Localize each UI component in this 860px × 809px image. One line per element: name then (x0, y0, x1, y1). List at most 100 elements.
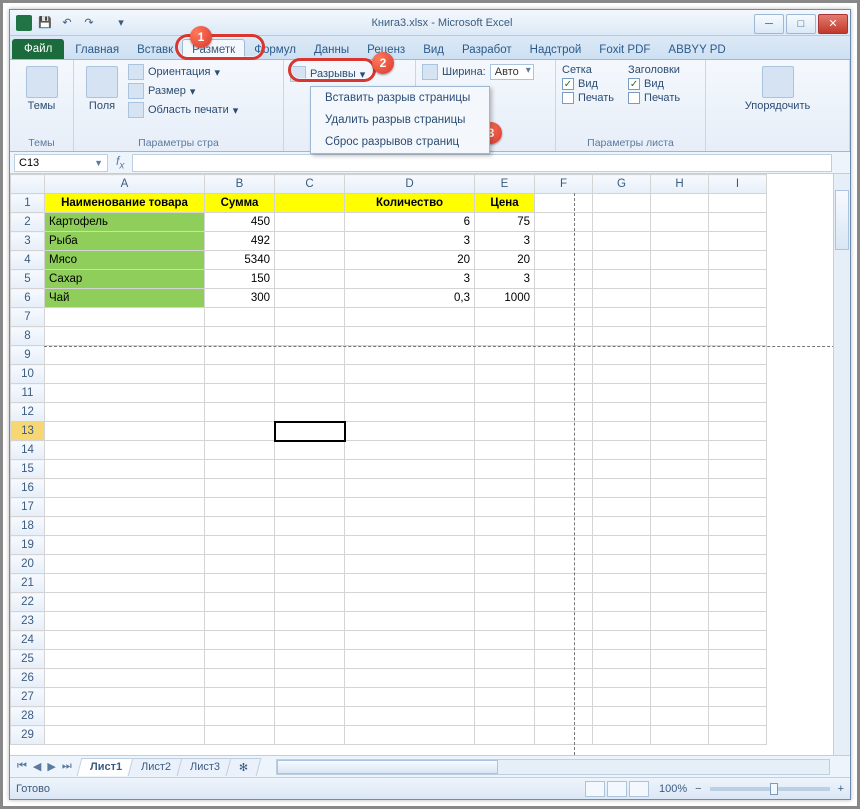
cell-D11[interactable] (345, 384, 475, 403)
cell-C6[interactable] (275, 289, 345, 308)
row-header-20[interactable]: 20 (11, 555, 45, 574)
cell-F20[interactable] (535, 555, 593, 574)
cell-A16[interactable] (45, 479, 205, 498)
close-button[interactable]: ✕ (818, 14, 848, 34)
cell-G29[interactable] (593, 726, 651, 745)
cell-G18[interactable] (593, 517, 651, 536)
cell-I6[interactable] (709, 289, 767, 308)
cell-F7[interactable] (535, 308, 593, 327)
cell-G25[interactable] (593, 650, 651, 669)
cell-C2[interactable] (275, 213, 345, 232)
cell-H16[interactable] (651, 479, 709, 498)
vertical-scroll-thumb[interactable] (835, 190, 849, 250)
cell-B13[interactable] (205, 422, 275, 441)
cell-G11[interactable] (593, 384, 651, 403)
cell-F27[interactable] (535, 688, 593, 707)
cell-E21[interactable] (475, 574, 535, 593)
cell-A14[interactable] (45, 441, 205, 460)
cell-E4[interactable]: 20 (475, 251, 535, 270)
cell-E6[interactable]: 1000 (475, 289, 535, 308)
cell-A26[interactable] (45, 669, 205, 688)
cell-F4[interactable] (535, 251, 593, 270)
cell-I17[interactable] (709, 498, 767, 517)
cell-F18[interactable] (535, 517, 593, 536)
cell-B17[interactable] (205, 498, 275, 517)
cell-A9[interactable] (45, 346, 205, 365)
cell-F8[interactable] (535, 327, 593, 346)
cell-E16[interactable] (475, 479, 535, 498)
cell-I22[interactable] (709, 593, 767, 612)
cell-C17[interactable] (275, 498, 345, 517)
cell-F24[interactable] (535, 631, 593, 650)
cell-D22[interactable] (345, 593, 475, 612)
cell-D4[interactable]: 20 (345, 251, 475, 270)
cell-D19[interactable] (345, 536, 475, 555)
cell-C22[interactable] (275, 593, 345, 612)
cell-G26[interactable] (593, 669, 651, 688)
cell-A13[interactable] (45, 422, 205, 441)
row-header-4[interactable]: 4 (11, 251, 45, 270)
cell-H3[interactable] (651, 232, 709, 251)
cell-I5[interactable] (709, 270, 767, 289)
cell-E22[interactable] (475, 593, 535, 612)
cell-B8[interactable] (205, 327, 275, 346)
column-header-H[interactable]: H (651, 175, 709, 194)
cell-E15[interactable] (475, 460, 535, 479)
cell-B18[interactable] (205, 517, 275, 536)
cell-C26[interactable] (275, 669, 345, 688)
cell-F28[interactable] (535, 707, 593, 726)
row-header-1[interactable]: 1 (11, 194, 45, 213)
cell-G10[interactable] (593, 365, 651, 384)
horizontal-scrollbar[interactable] (276, 759, 830, 775)
cell-I12[interactable] (709, 403, 767, 422)
row-header-13[interactable]: 13 (11, 422, 45, 441)
cell-G1[interactable] (593, 194, 651, 213)
row-header-22[interactable]: 22 (11, 593, 45, 612)
cell-G14[interactable] (593, 441, 651, 460)
zoom-percent[interactable]: 100% (659, 783, 687, 795)
cell-A17[interactable] (45, 498, 205, 517)
cell-A6[interactable]: Чай (45, 289, 205, 308)
cell-B5[interactable]: 150 (205, 270, 275, 289)
zoom-slider[interactable] (710, 787, 830, 791)
cell-B3[interactable]: 492 (205, 232, 275, 251)
cell-D20[interactable] (345, 555, 475, 574)
cell-F13[interactable] (535, 422, 593, 441)
vertical-scrollbar[interactable] (833, 174, 850, 755)
cell-F11[interactable] (535, 384, 593, 403)
cell-C10[interactable] (275, 365, 345, 384)
sheet-nav-buttons[interactable]: ⏮◀▶⏭ (10, 760, 79, 773)
cell-D16[interactable] (345, 479, 475, 498)
cell-H15[interactable] (651, 460, 709, 479)
sheet-tab-Лист1[interactable]: Лист1 (76, 758, 135, 776)
cell-D24[interactable] (345, 631, 475, 650)
row-header-10[interactable]: 10 (11, 365, 45, 384)
column-header-F[interactable]: F (535, 175, 593, 194)
cell-B4[interactable]: 5340 (205, 251, 275, 270)
cell-D13[interactable] (345, 422, 475, 441)
cell-B28[interactable] (205, 707, 275, 726)
row-header-27[interactable]: 27 (11, 688, 45, 707)
cell-D21[interactable] (345, 574, 475, 593)
fx-icon[interactable]: fx (108, 154, 132, 171)
qat-redo-icon[interactable]: ↷ (80, 14, 98, 32)
cell-I8[interactable] (709, 327, 767, 346)
menu-remove-page-break[interactable]: Удалить разрыв страницы (311, 109, 489, 131)
cell-B11[interactable] (205, 384, 275, 403)
cell-F17[interactable] (535, 498, 593, 517)
cell-H22[interactable] (651, 593, 709, 612)
cell-H25[interactable] (651, 650, 709, 669)
cell-C4[interactable] (275, 251, 345, 270)
ribbon-tab-формул[interactable]: Формул (245, 40, 305, 59)
cell-C3[interactable] (275, 232, 345, 251)
cell-E3[interactable]: 3 (475, 232, 535, 251)
cell-D28[interactable] (345, 707, 475, 726)
cell-E20[interactable] (475, 555, 535, 574)
cell-B23[interactable] (205, 612, 275, 631)
cell-E18[interactable] (475, 517, 535, 536)
row-header-14[interactable]: 14 (11, 441, 45, 460)
cell-H12[interactable] (651, 403, 709, 422)
cell-H13[interactable] (651, 422, 709, 441)
cell-F29[interactable] (535, 726, 593, 745)
cell-I24[interactable] (709, 631, 767, 650)
